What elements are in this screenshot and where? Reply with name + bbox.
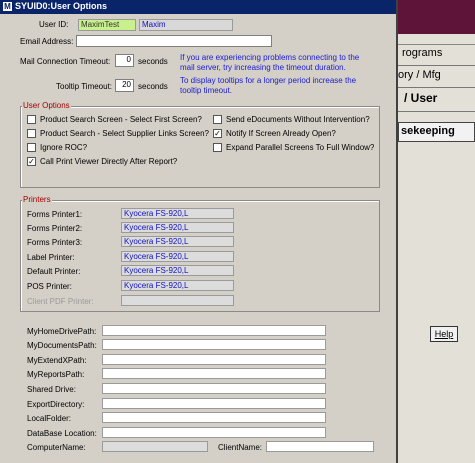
computer-name-label: ComputerName: <box>27 443 86 452</box>
programs-menu-button[interactable]: rograms <box>398 44 475 66</box>
documents-path-field[interactable] <box>102 339 326 350</box>
call-print-viewer-checkbox[interactable]: ✓ <box>27 157 36 166</box>
tooltip-timeout-unit: seconds <box>138 82 168 91</box>
shared-drive-field[interactable] <box>102 383 326 394</box>
client-pdf-printer-field[interactable] <box>121 295 234 306</box>
database-location-field[interactable] <box>102 427 326 438</box>
reports-path-field[interactable] <box>102 368 326 379</box>
ignore-roc-label: Ignore ROC? <box>40 143 88 152</box>
forms-printer1-label: Forms Printer1: <box>27 210 83 219</box>
forms-printer3-label: Forms Printer3: <box>27 238 83 247</box>
notify-screen-open-label: Notify If Screen Already Open? <box>226 129 336 138</box>
forms-printer3-field[interactable]: Kyocera FS-920,L <box>121 236 234 247</box>
extendx-path-label: MyExtendXPath: <box>27 356 87 365</box>
background-app-header <box>398 0 475 34</box>
label-printer-field[interactable]: Kyocera FS-920,L <box>121 251 234 262</box>
export-directory-field[interactable] <box>102 398 326 409</box>
tooltip-timeout-note: To display tooltips for a longer period … <box>180 76 357 95</box>
extendx-path-field[interactable] <box>102 354 326 365</box>
home-drive-label: MyHomeDrivePath: <box>27 327 97 336</box>
shared-drive-label: Shared Drive: <box>27 385 76 394</box>
app-icon: M <box>3 2 12 11</box>
tooltip-timeout-field[interactable]: 20 <box>115 79 134 92</box>
pos-printer-field[interactable]: Kyocera FS-920,L <box>121 280 234 291</box>
product-search-supplier-label: Product Search - Select Supplier Links S… <box>40 129 209 138</box>
computer-name-field[interactable] <box>102 441 208 452</box>
user-options-title: User Options <box>22 101 71 110</box>
default-printer-label: Default Printer: <box>27 267 81 276</box>
expand-parallel-screens-checkbox[interactable] <box>213 143 222 152</box>
email-field[interactable] <box>76 35 272 47</box>
home-drive-field[interactable] <box>102 325 326 336</box>
product-search-supplier-checkbox[interactable] <box>27 129 36 138</box>
reports-path-label: MyReportsPath: <box>27 370 85 379</box>
forms-printer2-field[interactable]: Kyocera FS-920,L <box>121 222 234 233</box>
mail-timeout-label: Mail Connection Timeout: <box>20 57 111 66</box>
title-bar[interactable]: M SYUID0:User Options <box>0 0 396 14</box>
forms-printer1-field[interactable]: Kyocera FS-920,L <box>121 208 234 219</box>
product-search-first-label: Product Search Screen - Select First Scr… <box>40 115 202 124</box>
mail-timeout-unit: seconds <box>138 57 168 66</box>
user-options-dialog: M SYUID0:User Options User ID: MaximTest… <box>0 0 398 463</box>
call-print-viewer-label: Call Print Viewer Directly After Report? <box>40 157 178 166</box>
user-menu-button[interactable]: / User <box>398 88 475 112</box>
send-edocuments-label: Send eDocuments Without Intervention? <box>226 115 370 124</box>
client-pdf-printer-label: Client PDF Printer: <box>27 297 94 306</box>
mail-timeout-note: If you are experiencing problems connect… <box>180 53 360 72</box>
help-button[interactable]: Help <box>430 326 458 342</box>
product-search-first-checkbox[interactable] <box>27 115 36 124</box>
label-printer-label: Label Printer: <box>27 253 75 262</box>
tooltip-timeout-label: Tooltip Timeout: <box>56 82 113 91</box>
user-id-label: User ID: <box>39 20 69 29</box>
client-name-field[interactable] <box>266 441 374 452</box>
forms-printer2-label: Forms Printer2: <box>27 224 83 233</box>
user-id-field[interactable]: MaximTest <box>78 19 136 31</box>
export-directory-label: ExportDirectory: <box>27 400 85 409</box>
expand-parallel-screens-label: Expand Parallel Screens To Full Window? <box>226 143 375 152</box>
client-name-label: ClientName: <box>218 443 263 452</box>
notify-screen-open-checkbox[interactable]: ✓ <box>213 129 222 138</box>
default-printer-field[interactable]: Kyocera FS-920,L <box>121 265 234 276</box>
inventory-mfg-menu-button[interactable]: ory / Mfg <box>398 67 475 88</box>
local-folder-label: LocalFolder: <box>27 414 72 423</box>
user-name-field[interactable]: Maxim <box>139 19 233 31</box>
window-title: SYUID0:User Options <box>15 1 108 11</box>
ignore-roc-checkbox[interactable] <box>27 143 36 152</box>
mail-timeout-field[interactable]: 0 <box>115 54 134 67</box>
database-location-label: DataBase Location: <box>27 429 97 438</box>
email-label: Email Address: <box>20 37 74 46</box>
housekeeping-button[interactable]: sekeeping <box>398 122 475 142</box>
local-folder-field[interactable] <box>102 412 326 423</box>
documents-path-label: MyDocumentsPath: <box>27 341 97 350</box>
send-edocuments-checkbox[interactable] <box>213 115 222 124</box>
printers-title: Printers <box>22 195 52 204</box>
pos-printer-label: POS Printer: <box>27 282 72 291</box>
